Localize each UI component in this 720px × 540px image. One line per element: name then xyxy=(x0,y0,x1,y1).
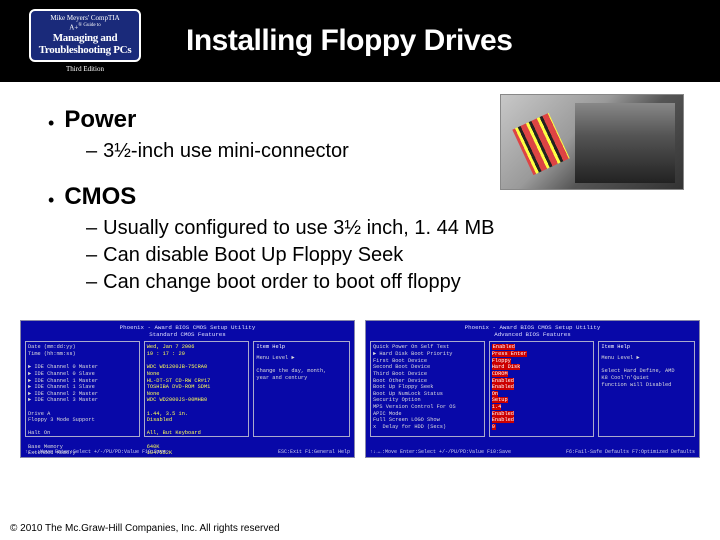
sub-cmos-1: –Usually configured to use 3½ inch, 1. 4… xyxy=(86,217,700,240)
bios-screenshots-row: Phoenix - Award BIOS CMOS Setup Utility … xyxy=(0,314,720,458)
bullet-cmos-label: CMOS xyxy=(64,183,136,211)
sub-cmos-2: –Can disable Boot Up Floppy Seek xyxy=(86,244,700,267)
bullet-dot-icon: • xyxy=(48,191,54,209)
bios-screenshot-standard-cmos: Phoenix - Award BIOS CMOS Setup Utility … xyxy=(20,320,355,458)
bios1-col3: Item HelpMenu Level ► Change the day, mo… xyxy=(253,341,350,437)
slide-title: Installing Floppy Drives xyxy=(186,24,512,58)
bios1-footer: ↑↓→←:Move Enter:Select +/-/PU/PD:Value F… xyxy=(25,449,350,455)
floppy-connector-image xyxy=(500,94,684,190)
bios1-title1: Phoenix - Award BIOS CMOS Setup Utility xyxy=(25,324,350,331)
bios2-col1: Quick Power On Self Test ► Hard Disk Boo… xyxy=(370,341,485,437)
bios2-title2: Advanced BIOS Features xyxy=(370,331,695,338)
copyright-text: © 2010 The Mc.Graw-Hill Companies, Inc. … xyxy=(10,523,280,534)
badge-line4: Troubleshooting PCs xyxy=(39,44,132,56)
bios-screenshot-advanced: Phoenix - Award BIOS CMOS Setup Utility … xyxy=(365,320,700,458)
edition-label: Third Edition xyxy=(66,65,104,73)
bios2-col3: Item HelpMenu Level ► Select Hard Define… xyxy=(598,341,695,437)
bullet-cmos: • CMOS –Usually configured to use 3½ inc… xyxy=(48,183,700,294)
book-badge: Mike Meyers' CompTIA A+® Guide to Managi… xyxy=(29,9,142,62)
bios1-col1: Date (mm:dd:yy) Time (hh:mm:ss) ► IDE Ch… xyxy=(25,341,140,437)
bullet-dot-icon: • xyxy=(48,114,54,132)
badge-line3: Managing and xyxy=(39,32,132,44)
bios1-title2: Standard CMOS Features xyxy=(25,331,350,338)
badge-line2: A+® Guide to xyxy=(39,23,132,32)
book-badge-area: Mike Meyers' CompTIA A+® Guide to Managi… xyxy=(0,0,170,82)
bullet-power-label: Power xyxy=(64,106,136,134)
bios2-footer: ↑↓→←:Move Enter:Select +/-/PU/PD:Value F… xyxy=(370,449,695,455)
sub-cmos-3: –Can change boot order to boot off flopp… xyxy=(86,271,700,294)
title-wrap: Installing Floppy Drives xyxy=(170,0,720,82)
bios1-col2: Wed, Jan 7 2006 19 : 17 : 29 WDC WD1200J… xyxy=(144,341,250,437)
badge-line1: Mike Meyers' CompTIA xyxy=(39,15,132,23)
bios2-title1: Phoenix - Award BIOS CMOS Setup Utility xyxy=(370,324,695,331)
slide-header: Mike Meyers' CompTIA A+® Guide to Managi… xyxy=(0,0,720,82)
bios2-col2: Enabled Press Enter Floppy Hard Disk CDR… xyxy=(489,341,595,437)
